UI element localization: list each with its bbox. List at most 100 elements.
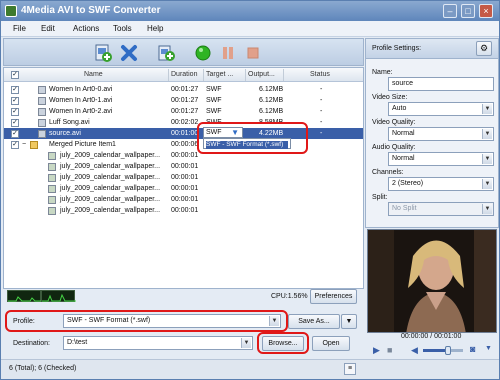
file-name: Merged Picture Item1 xyxy=(49,141,116,148)
add-file-icon[interactable] xyxy=(94,44,112,62)
log-icon[interactable]: ≡ xyxy=(344,363,356,375)
remove-icon[interactable] xyxy=(120,44,138,62)
menu-bar: File Edit Actions Tools Help xyxy=(1,21,499,37)
settings-gear-icon[interactable]: ⚙ xyxy=(476,41,492,56)
channels-select[interactable]: 2 (Stereo) ▼ xyxy=(388,177,494,191)
pause-icon[interactable] xyxy=(219,44,237,62)
volume-slider[interactable] xyxy=(423,346,463,355)
save-as-menu-icon[interactable]: ▼ xyxy=(341,314,357,329)
file-output: 6.12MB xyxy=(259,86,284,93)
video-size-select[interactable]: Auto ▼ xyxy=(388,102,494,116)
file-status: - xyxy=(320,130,323,137)
file-duration: 00:00:01 xyxy=(171,207,199,214)
chevron-down-icon[interactable]: ▼ xyxy=(241,338,251,348)
list-item[interactable]: july_2009_calendar_wallpaper... 00:00:01 xyxy=(4,183,363,194)
profile-highlight-ring xyxy=(5,310,288,332)
file-target: SWF xyxy=(206,108,222,115)
chevron-down-icon[interactable]: ▼ xyxy=(482,179,492,189)
video-preview xyxy=(367,229,497,333)
destination-field[interactable]: D:\test ▼ xyxy=(63,336,253,350)
cpu-graph-right xyxy=(41,290,76,302)
row-checkbox[interactable]: ✓ xyxy=(11,97,19,105)
row-checkbox[interactable]: ✓ xyxy=(11,141,19,149)
stop-playback-icon[interactable]: ■ xyxy=(387,345,392,355)
name-field[interactable]: source xyxy=(388,77,494,91)
column-output[interactable]: Output... xyxy=(248,71,275,78)
menu-tools[interactable]: Tools xyxy=(113,24,132,33)
file-status: - xyxy=(320,108,323,115)
column-duration[interactable]: Duration xyxy=(171,71,197,78)
table-row[interactable]: ✓ Women In Art0-2.avi 00:01:27 SWF 6.12M… xyxy=(4,106,363,117)
preview-frame xyxy=(368,230,496,332)
list-item[interactable]: july_2009_calendar_wallpaper... 00:00:01 xyxy=(4,194,363,205)
playback-time: 00:00:00 / 00:01:00 xyxy=(401,333,462,340)
file-name: july_2009_calendar_wallpaper... xyxy=(60,174,161,181)
menu-edit[interactable]: Edit xyxy=(41,24,55,33)
chevron-down-icon[interactable]: ▼ xyxy=(482,204,492,214)
profile-settings-panel: Profile Settings: ⚙ Name: source Video S… xyxy=(365,38,499,228)
file-target: SWF xyxy=(206,97,222,104)
table-row-selected[interactable]: ✓ source.avi 00:01:00 4.22MB - xyxy=(4,128,363,139)
video-quality-select[interactable]: Normal ▼ xyxy=(388,127,494,141)
start-icon[interactable] xyxy=(194,44,212,62)
snapshot-icon[interactable]: ◙ xyxy=(470,344,475,354)
open-button[interactable]: Open xyxy=(312,336,350,351)
maximize-icon[interactable]: □ xyxy=(461,4,475,18)
title-bar: 4Media AVI to SWF Converter – □ × xyxy=(1,1,499,21)
row-checkbox[interactable]: ✓ xyxy=(11,108,19,116)
table-row[interactable]: ✓ − Merged Picture Item1 00:00:06 xyxy=(4,139,363,150)
collapse-icon[interactable]: − xyxy=(22,141,26,148)
file-icon xyxy=(38,119,46,127)
image-icon xyxy=(48,174,56,182)
audio-quality-select[interactable]: Normal ▼ xyxy=(388,152,494,166)
file-name: july_2009_calendar_wallpaper... xyxy=(60,185,161,192)
save-as-button[interactable]: Save As... xyxy=(288,314,340,329)
table-row[interactable]: ✓ Luff Song.avi 00:02:02 SWF 8.58MB - xyxy=(4,117,363,128)
select-all-checkbox[interactable]: ✓ xyxy=(11,71,19,79)
row-checkbox[interactable]: ✓ xyxy=(11,86,19,94)
add-folder-icon[interactable] xyxy=(157,44,175,62)
column-target[interactable]: Target ... xyxy=(206,71,233,78)
column-status[interactable]: Status xyxy=(310,71,330,78)
image-icon xyxy=(48,196,56,204)
file-target: SWF xyxy=(206,86,222,93)
chevron-down-icon[interactable]: ▼ xyxy=(482,104,492,114)
menu-actions[interactable]: Actions xyxy=(73,24,99,33)
play-icon[interactable]: ▶ xyxy=(373,345,380,356)
table-row[interactable]: ✓ Women In Art0-1.avi 00:01:27 SWF 6.12M… xyxy=(4,95,363,106)
stop-icon[interactable] xyxy=(244,44,262,62)
list-item[interactable]: july_2009_calendar_wallpaper... 00:00:01 xyxy=(4,150,363,161)
split-select[interactable]: No Split ▼ xyxy=(388,202,494,216)
name-label: Name: xyxy=(372,69,393,76)
split-label: Split: xyxy=(372,194,388,201)
file-duration: 00:00:01 xyxy=(171,196,199,203)
snapshot-menu-icon[interactable]: ▼ xyxy=(485,345,492,352)
table-row[interactable]: ✓ Women In Art0-0.avi 00:01:27 SWF 6.12M… xyxy=(4,84,363,95)
file-duration: 00:00:01 xyxy=(171,152,199,159)
chevron-down-icon[interactable]: ▼ xyxy=(482,129,492,139)
window-title: 4Media AVI to SWF Converter xyxy=(21,5,161,16)
file-name: source.avi xyxy=(49,130,81,137)
image-icon xyxy=(48,207,56,215)
minimize-icon[interactable]: – xyxy=(443,4,457,18)
chevron-down-icon[interactable]: ▼ xyxy=(482,154,492,164)
list-item[interactable]: july_2009_calendar_wallpaper... 00:00:01 xyxy=(4,205,363,216)
destination-label: Destination: xyxy=(13,340,50,347)
volume-thumb[interactable] xyxy=(445,346,451,355)
column-name[interactable]: Name xyxy=(84,71,103,78)
menu-file[interactable]: File xyxy=(13,24,26,33)
row-checkbox[interactable]: ✓ xyxy=(11,130,19,138)
video-size-label: Video Size: xyxy=(372,94,408,101)
image-icon xyxy=(48,185,56,193)
menu-help[interactable]: Help xyxy=(147,24,163,33)
volume-icon[interactable]: ◀ xyxy=(411,345,418,356)
list-item[interactable]: july_2009_calendar_wallpaper... 00:00:01 xyxy=(4,172,363,183)
highlight-ring xyxy=(197,122,308,154)
file-icon xyxy=(38,97,46,105)
close-icon[interactable]: × xyxy=(479,4,493,18)
preferences-button[interactable]: Preferences xyxy=(310,289,357,304)
file-duration: 00:01:27 xyxy=(171,86,199,93)
row-checkbox[interactable]: ✓ xyxy=(11,119,19,127)
file-name: july_2009_calendar_wallpaper... xyxy=(60,207,161,214)
list-item[interactable]: july_2009_calendar_wallpaper... 00:00:01 xyxy=(4,161,363,172)
